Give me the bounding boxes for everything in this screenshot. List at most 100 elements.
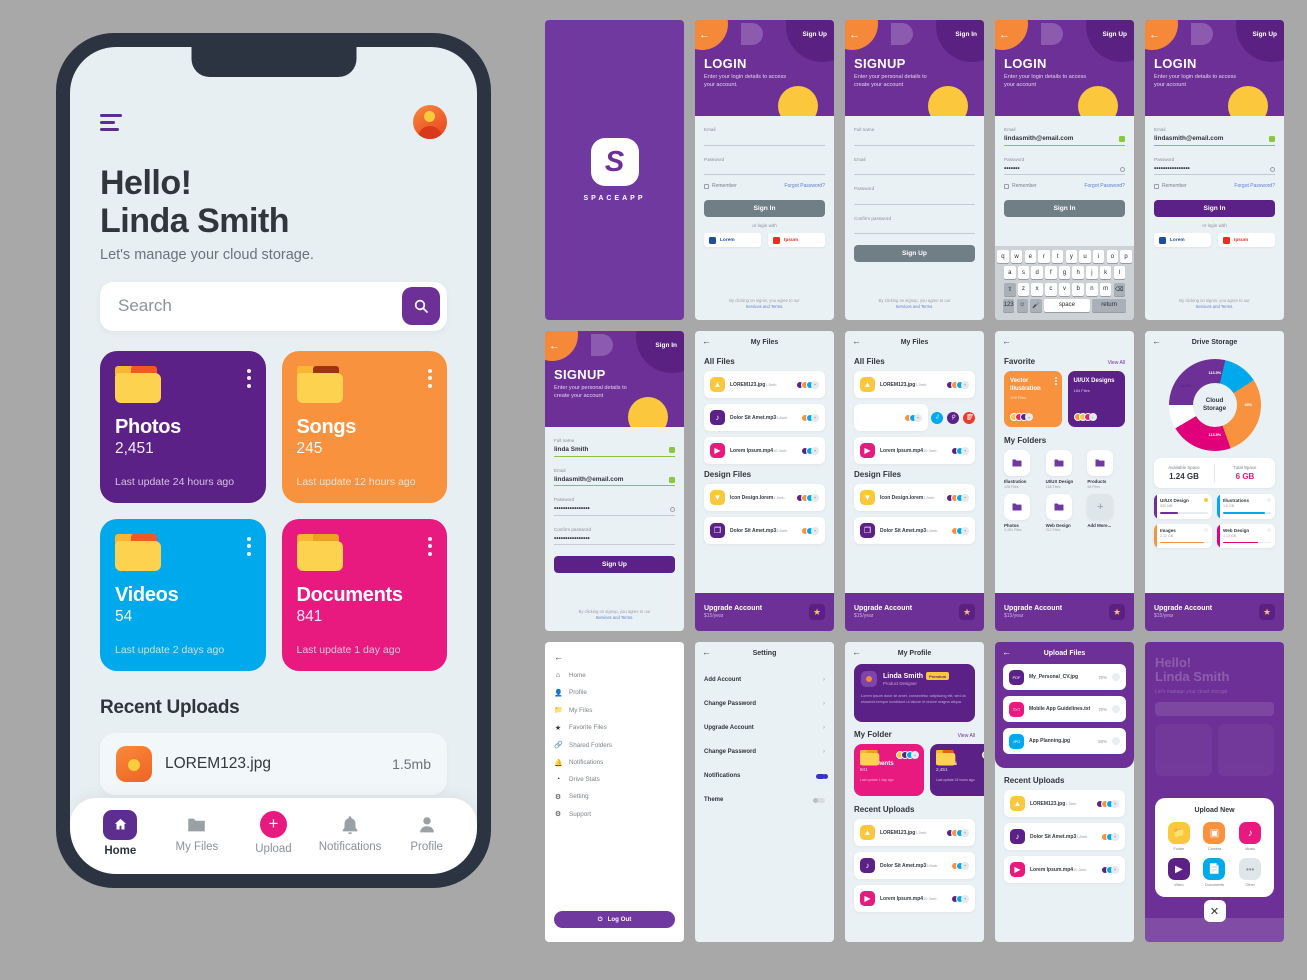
signup-link[interactable]: Sign Up	[802, 31, 827, 38]
more-options-icon[interactable]	[428, 368, 432, 388]
hamburger-icon[interactable]	[100, 113, 122, 131]
upgrade-account-banner[interactable]: Upgrade Account $15/year ★	[845, 593, 984, 631]
terms-line2[interactable]: Services and Terms.	[896, 304, 934, 309]
sidebar-item-setting[interactable]: ⚙ Setting	[554, 793, 675, 801]
terms-line2[interactable]: Services and Terms.	[746, 304, 784, 309]
key[interactable]: f	[1045, 266, 1057, 280]
setting-row-add-account[interactable]: Add Account ›	[695, 668, 834, 692]
key[interactable]: r	[1038, 250, 1050, 264]
key[interactable]: g	[1058, 266, 1071, 280]
key[interactable]: s	[1017, 266, 1030, 280]
table-row[interactable]: ♪ Dolor Sit Amet.mp33.8mb +	[1004, 823, 1125, 850]
setting-row-change-password[interactable]: Change Password ›	[695, 692, 834, 716]
upload-row[interactable]: PDF My_Personal_CV.jpg 70%	[1003, 664, 1126, 690]
email-field[interactable]: Email	[854, 157, 975, 175]
back-arrow-icon[interactable]: ←	[849, 30, 860, 41]
logout-button[interactable]: ⏻ Log Out	[554, 911, 675, 928]
key[interactable]: w	[1010, 250, 1023, 264]
folder-item[interactable]: Illustration 128 Files	[1004, 450, 1042, 489]
forgot-password-link[interactable]: Forgot Password?	[784, 183, 825, 189]
list-item[interactable]: LOREM123.jpg 1.5mb	[100, 732, 447, 795]
sign-in-button[interactable]: Sign In	[704, 200, 825, 217]
sidebar-item-support[interactable]: ⚙ Support	[554, 810, 675, 819]
signin-link[interactable]: Sign In	[655, 342, 677, 349]
password-field[interactable]: Password ••••••••••••••••	[1154, 157, 1275, 175]
sidebar-item-favorite-files[interactable]: ★ Favorite Files	[554, 724, 675, 732]
folder-card-documents[interactable]: Documents 841 Last update 1 day ago	[281, 518, 447, 671]
social-login-lorem[interactable]: Lorem	[704, 233, 761, 247]
folder-item-add[interactable]: + Add More...	[1087, 493, 1125, 533]
key[interactable]: v	[1058, 282, 1071, 296]
more-options-icon[interactable]	[1054, 377, 1057, 385]
numeric-key[interactable]: 123	[1002, 298, 1015, 312]
cancel-icon[interactable]	[1112, 705, 1120, 713]
table-row[interactable]: ▲ LOREM123.jpg1.5mb +	[854, 371, 975, 398]
user-avatar-icon[interactable]	[413, 105, 447, 139]
table-row[interactable]: ♪ Dolor Sit Amet.mp33.8mb +	[854, 852, 975, 879]
email-field[interactable]: Email lindasmith@email.com	[554, 468, 675, 486]
screen-drive-storage[interactable]: ← Drive Storage 113.5% 49% 113.5% 87.6% …	[1145, 331, 1284, 631]
terms-line2[interactable]: Services and Terms.	[1196, 304, 1234, 309]
upload-row[interactable]: JPG App Planning.jpg 50%	[1003, 728, 1126, 754]
table-row[interactable]: ▶ Lorem Ipsum.mp410.3mb +	[704, 437, 825, 464]
screen-favorite[interactable]: ← Favorite View All Vector Illustration …	[995, 331, 1134, 631]
screen-splash[interactable]: S SPACEAPP	[545, 20, 684, 320]
sidebar-item-my-files[interactable]: 📁 My Files	[554, 706, 675, 715]
remember-checkbox[interactable]: Remember	[1004, 183, 1037, 189]
back-arrow-icon[interactable]: ←	[999, 30, 1010, 41]
email-field[interactable]: Email	[704, 127, 825, 146]
upgrade-account-banner[interactable]: Upgrade Account $15/year ★	[995, 593, 1134, 631]
key[interactable]: a	[1004, 266, 1016, 280]
sidebar-item-profile[interactable]: 👤 Profile	[554, 689, 675, 697]
forgot-password-link[interactable]: Forgot Password?	[1084, 183, 1125, 189]
eye-icon[interactable]	[670, 507, 675, 512]
table-row[interactable]: ▶ Lorem Ipsum.mp410.3mb +	[1004, 856, 1125, 883]
table-row[interactable]: ▶ Lorem Ipsum.mp410.3mb +	[854, 437, 975, 464]
backspace-key[interactable]: ⌫	[1113, 282, 1125, 296]
table-row[interactable]: ▼ Icon Design.lorem1.5mb +	[854, 484, 975, 511]
terms-line2[interactable]: Services and Terms.	[596, 615, 634, 620]
sidebar-item-notifications[interactable]: 🔔 Notifications	[554, 759, 675, 767]
key[interactable]: n	[1086, 282, 1098, 296]
more-options-icon[interactable]	[428, 536, 432, 556]
close-icon[interactable]: ✕	[1203, 900, 1226, 922]
more-options-icon[interactable]	[246, 368, 251, 388]
back-arrow-icon[interactable]: ←	[1002, 337, 1011, 346]
legend-item[interactable]: Images 2.12 GB	[1154, 523, 1212, 549]
screen-signup-empty[interactable]: ← Sign In SIGNUP Enter your personal det…	[845, 20, 984, 320]
password-field[interactable]: Password	[854, 186, 975, 205]
nav-item-my-files[interactable]: My Files	[163, 814, 231, 853]
screen-upload-files[interactable]: ← Upload Files PDF My_Personal_CV.jpg 70…	[995, 642, 1134, 942]
screen-login-empty[interactable]: ← Sign Up LOGIN Enter your login details…	[695, 20, 834, 320]
back-arrow-icon[interactable]: ←	[702, 337, 711, 346]
fullname-field[interactable]: Full name linda Smith	[554, 438, 675, 457]
screen-setting[interactable]: ← Setting Add Account › Change Password › …	[695, 642, 834, 942]
legend-item[interactable]: Web Design 1.13 GB	[1217, 523, 1275, 549]
folder-card-songs[interactable]: Songs 245 Last update 12 hours ago	[281, 350, 447, 503]
return-key[interactable]: return	[1092, 298, 1127, 312]
view-all-link[interactable]: View All	[958, 733, 975, 739]
sign-in-button[interactable]: Sign In	[1154, 200, 1275, 217]
remember-checkbox[interactable]: Remember	[1154, 183, 1187, 189]
search-bar[interactable]	[100, 281, 447, 331]
social-login-ipsum[interactable]: Ipsum	[1218, 233, 1275, 247]
screen-my-files[interactable]: ← My Files All Files ▲ LOREM123.jpg1.5mb…	[695, 331, 834, 631]
search-input[interactable]	[118, 296, 402, 317]
upload-option-camera[interactable]: ▣ Camera	[1199, 822, 1231, 851]
back-arrow-icon[interactable]: ←	[1152, 337, 1161, 346]
folder-item[interactable]: Web Design 312 Files	[1045, 493, 1084, 532]
screen-login-keyboard[interactable]: ← Sign Up LOGIN Enter your login details…	[995, 20, 1134, 320]
key[interactable]: x	[1031, 282, 1043, 296]
upload-option-folder[interactable]: 📁 Folder	[1163, 822, 1195, 851]
key[interactable]: t	[1051, 250, 1064, 264]
table-row[interactable]: ▶ Lorem Ipsum.mp410.3mb +	[854, 885, 975, 912]
sidebar-item-home[interactable]: ⌂ Home	[554, 672, 675, 679]
table-row[interactable]: ❐ Dolor Sit Amet.mp35.8mb +	[854, 517, 975, 544]
share-icon[interactable]: ⚲	[947, 411, 959, 424]
key[interactable]: i	[1092, 250, 1105, 264]
back-arrow-icon[interactable]: ←	[554, 652, 675, 662]
folder-item[interactable]: Products 98 Files	[1087, 450, 1125, 489]
email-field[interactable]: Email lindasmith@email.com	[1154, 127, 1275, 146]
setting-row-change-password-2[interactable]: Change Password ›	[695, 740, 834, 764]
table-row[interactable]: ❐ Dolor Sit Amet.mp35.8mb +	[704, 517, 825, 544]
